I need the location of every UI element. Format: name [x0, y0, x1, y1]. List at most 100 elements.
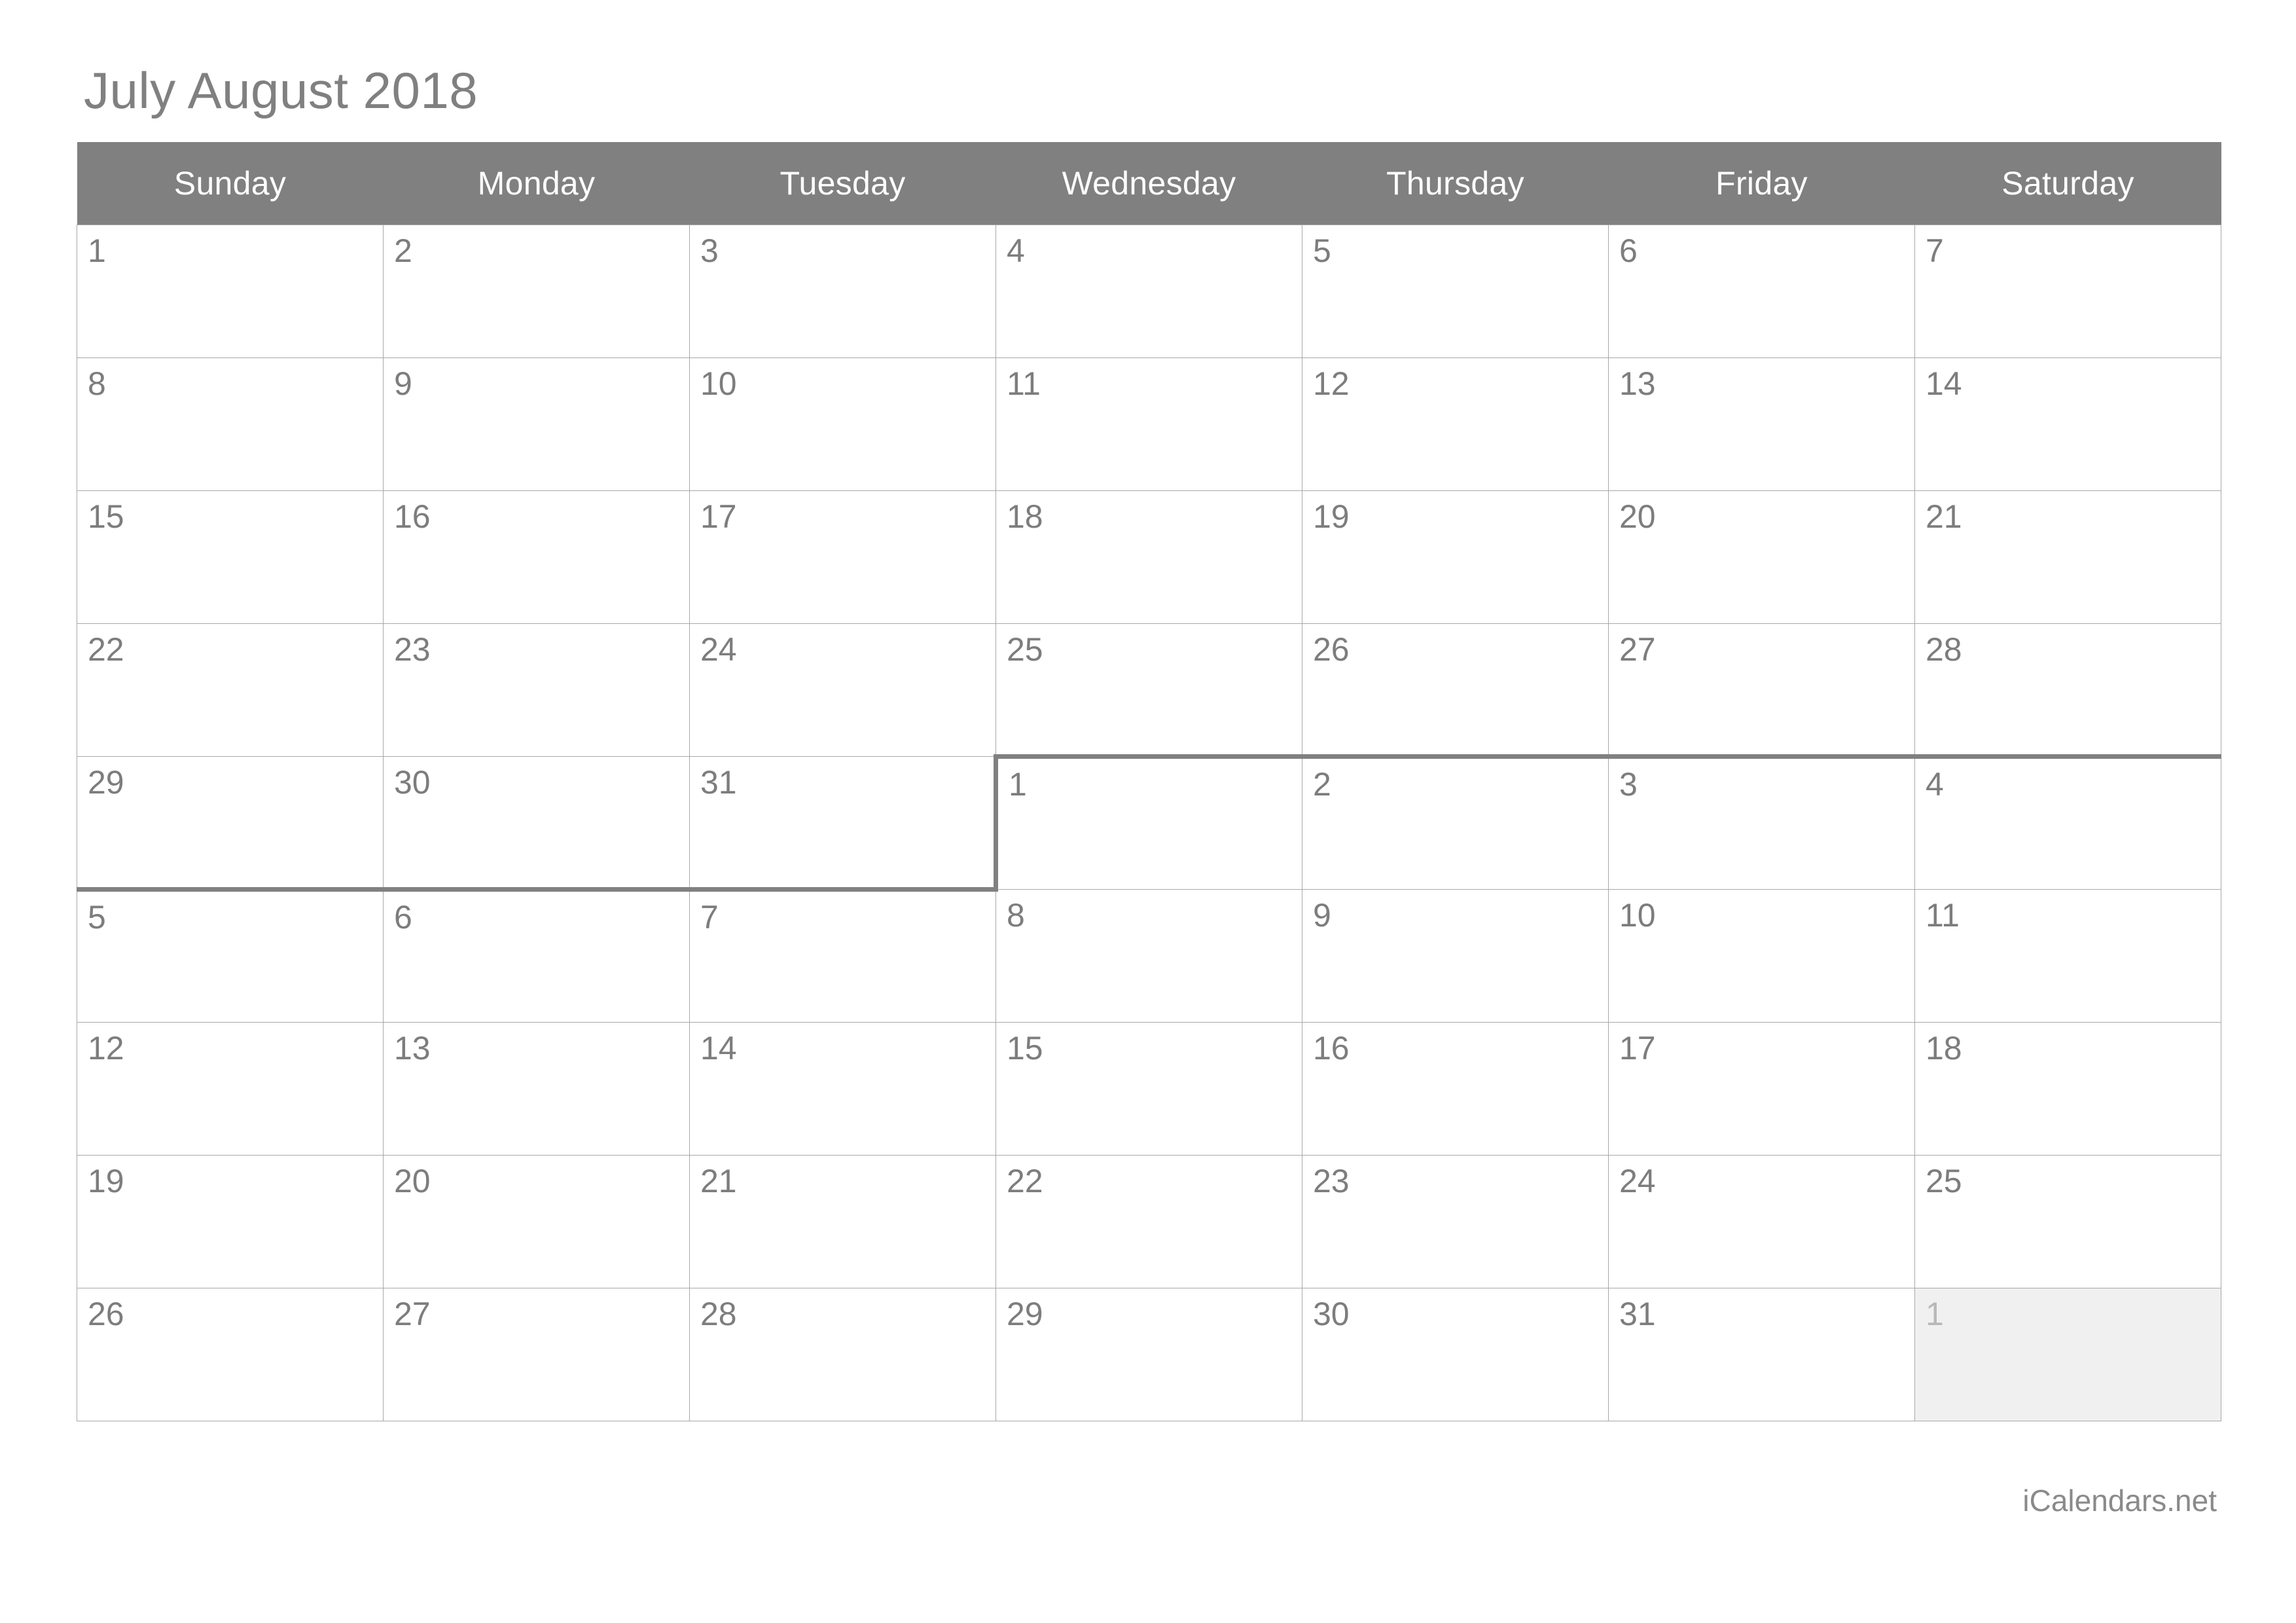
weekday-header-row: Sunday Monday Tuesday Wednesday Thursday…	[77, 142, 2221, 225]
calendar-week-row: 15 16 17 18 19 20 21	[77, 490, 2221, 624]
day-number: 5	[1313, 232, 1331, 269]
calendar-day-cell[interactable]: 29	[996, 1287, 1302, 1421]
day-number: 13	[394, 1029, 431, 1067]
calendar-day-cell[interactable]: 2	[1302, 754, 1609, 890]
calendar-day-cell[interactable]: 16	[383, 490, 690, 624]
calendar-day-cell[interactable]: 8	[996, 888, 1302, 1023]
calendar-day-cell[interactable]: 21	[689, 1154, 996, 1288]
calendar-day-cell[interactable]: 1	[1914, 1287, 2221, 1421]
calendar-day-cell[interactable]: 17	[1608, 1021, 1915, 1156]
calendar-day-cell[interactable]: 7	[1914, 224, 2221, 358]
calendar-day-cell[interactable]: 23	[383, 623, 690, 757]
calendar-day-cell[interactable]: 19	[1302, 490, 1609, 624]
calendar-day-cell[interactable]: 10	[1608, 888, 1915, 1023]
calendar-day-cell[interactable]: 22	[77, 623, 384, 757]
calendar-day-cell[interactable]: 15	[996, 1021, 1302, 1156]
calendar-day-cell[interactable]: 26	[77, 1287, 384, 1421]
calendar-day-cell[interactable]: 30	[1302, 1287, 1609, 1421]
calendar-day-cell[interactable]: 11	[996, 357, 1302, 491]
calendar-day-cell[interactable]: 8	[77, 357, 384, 491]
day-number: 13	[1619, 365, 1656, 402]
calendar-body: 1 2 3 4 5 6 7 8 9 10 11 12 13 14 15 16 17 18 19 20 21 22 23 24 2…	[77, 224, 2221, 1421]
calendar-day-cell[interactable]: 31	[689, 756, 996, 892]
calendar-day-cell[interactable]: 26	[1302, 623, 1609, 757]
day-number: 14	[1926, 365, 1962, 402]
calendar-day-cell[interactable]: 9	[1302, 888, 1609, 1023]
day-number: 24	[1619, 1162, 1656, 1199]
calendar-day-cell[interactable]: 25	[1914, 1154, 2221, 1288]
day-number: 26	[1313, 630, 1350, 668]
day-number: 23	[1313, 1162, 1350, 1199]
calendar-day-cell[interactable]: 24	[689, 623, 996, 757]
day-number: 28	[1926, 630, 1962, 668]
day-number: 19	[88, 1162, 124, 1199]
day-number: 19	[1313, 498, 1350, 535]
calendar-day-cell[interactable]: 29	[77, 756, 384, 892]
calendar-day-cell[interactable]: 31	[1608, 1287, 1915, 1421]
calendar-day-cell[interactable]: 22	[996, 1154, 1302, 1288]
day-number: 11	[1926, 896, 1960, 934]
calendar-day-cell[interactable]: 18	[996, 490, 1302, 624]
calendar-day-cell[interactable]: 12	[77, 1021, 384, 1156]
calendar-day-cell[interactable]: 18	[1914, 1021, 2221, 1156]
day-number: 29	[1007, 1295, 1043, 1332]
calendar-day-cell[interactable]: 21	[1914, 490, 2221, 624]
calendar-day-cell[interactable]: 14	[1914, 357, 2221, 491]
calendar-day-cell[interactable]: 2	[383, 224, 690, 358]
calendar-day-cell[interactable]: 19	[77, 1154, 384, 1288]
calendar-day-cell[interactable]: 7	[689, 888, 996, 1023]
day-number: 27	[1619, 630, 1656, 668]
day-number: 8	[1007, 896, 1025, 934]
day-number: 3	[1619, 765, 1638, 803]
calendar-day-cell[interactable]: 25	[996, 623, 1302, 757]
weekday-header-wednesday: Wednesday	[996, 142, 1302, 225]
page-title: July August 2018	[84, 62, 478, 119]
calendar-week-row: 19 20 21 22 23 24 25	[77, 1154, 2221, 1288]
calendar-day-cell[interactable]: 6	[1608, 224, 1915, 358]
calendar-day-cell[interactable]: 9	[383, 357, 690, 491]
calendar-day-cell[interactable]: 5	[1302, 224, 1609, 358]
calendar-day-cell[interactable]: 1	[994, 754, 1302, 890]
calendar-week-row: 29 30 31 1 2 3 4	[77, 754, 2221, 892]
day-number: 2	[394, 232, 412, 269]
calendar-day-cell[interactable]: 14	[689, 1021, 996, 1156]
calendar-day-cell[interactable]: 23	[1302, 1154, 1609, 1288]
weekday-header-monday: Monday	[383, 142, 690, 225]
day-number: 5	[88, 898, 106, 936]
site-credit: iCalendars.net	[2022, 1484, 2217, 1518]
day-number: 20	[1619, 498, 1656, 535]
calendar-day-cell[interactable]: 20	[383, 1154, 690, 1288]
calendar-day-cell[interactable]: 20	[1608, 490, 1915, 624]
day-number: 15	[88, 498, 124, 535]
calendar-day-cell[interactable]: 16	[1302, 1021, 1609, 1156]
day-number: 12	[88, 1029, 124, 1067]
calendar-day-cell[interactable]: 27	[1608, 623, 1915, 757]
calendar-day-cell[interactable]: 17	[689, 490, 996, 624]
calendar-day-cell[interactable]: 10	[689, 357, 996, 491]
calendar-day-cell[interactable]: 5	[77, 888, 384, 1023]
day-number: 3	[700, 232, 719, 269]
calendar-day-cell[interactable]: 4	[1914, 754, 2221, 890]
calendar-day-cell[interactable]: 28	[1914, 623, 2221, 757]
calendar-day-cell[interactable]: 13	[1608, 357, 1915, 491]
calendar-day-cell[interactable]: 1	[77, 224, 384, 358]
day-number: 9	[394, 365, 412, 402]
calendar-day-cell[interactable]: 28	[689, 1287, 996, 1421]
calendar-day-cell[interactable]: 4	[996, 224, 1302, 358]
calendar-day-cell[interactable]: 24	[1608, 1154, 1915, 1288]
calendar-day-cell[interactable]: 6	[383, 888, 690, 1023]
calendar-day-cell[interactable]: 27	[383, 1287, 690, 1421]
day-number: 23	[394, 630, 431, 668]
calendar-day-cell[interactable]: 11	[1914, 888, 2221, 1023]
calendar-day-cell[interactable]: 15	[77, 490, 384, 624]
day-number: 14	[700, 1029, 737, 1067]
calendar-day-cell[interactable]: 3	[1608, 754, 1915, 890]
day-number: 4	[1007, 232, 1025, 269]
calendar-day-cell[interactable]: 12	[1302, 357, 1609, 491]
calendar-week-row: 5 6 7 8 9 10 11	[77, 888, 2221, 1023]
calendar-day-cell[interactable]: 30	[383, 756, 690, 892]
calendar-day-cell[interactable]: 13	[383, 1021, 690, 1156]
calendar-week-row: 22 23 24 25 26 27 28	[77, 623, 2221, 757]
day-number: 10	[1619, 896, 1656, 934]
calendar-day-cell[interactable]: 3	[689, 224, 996, 358]
